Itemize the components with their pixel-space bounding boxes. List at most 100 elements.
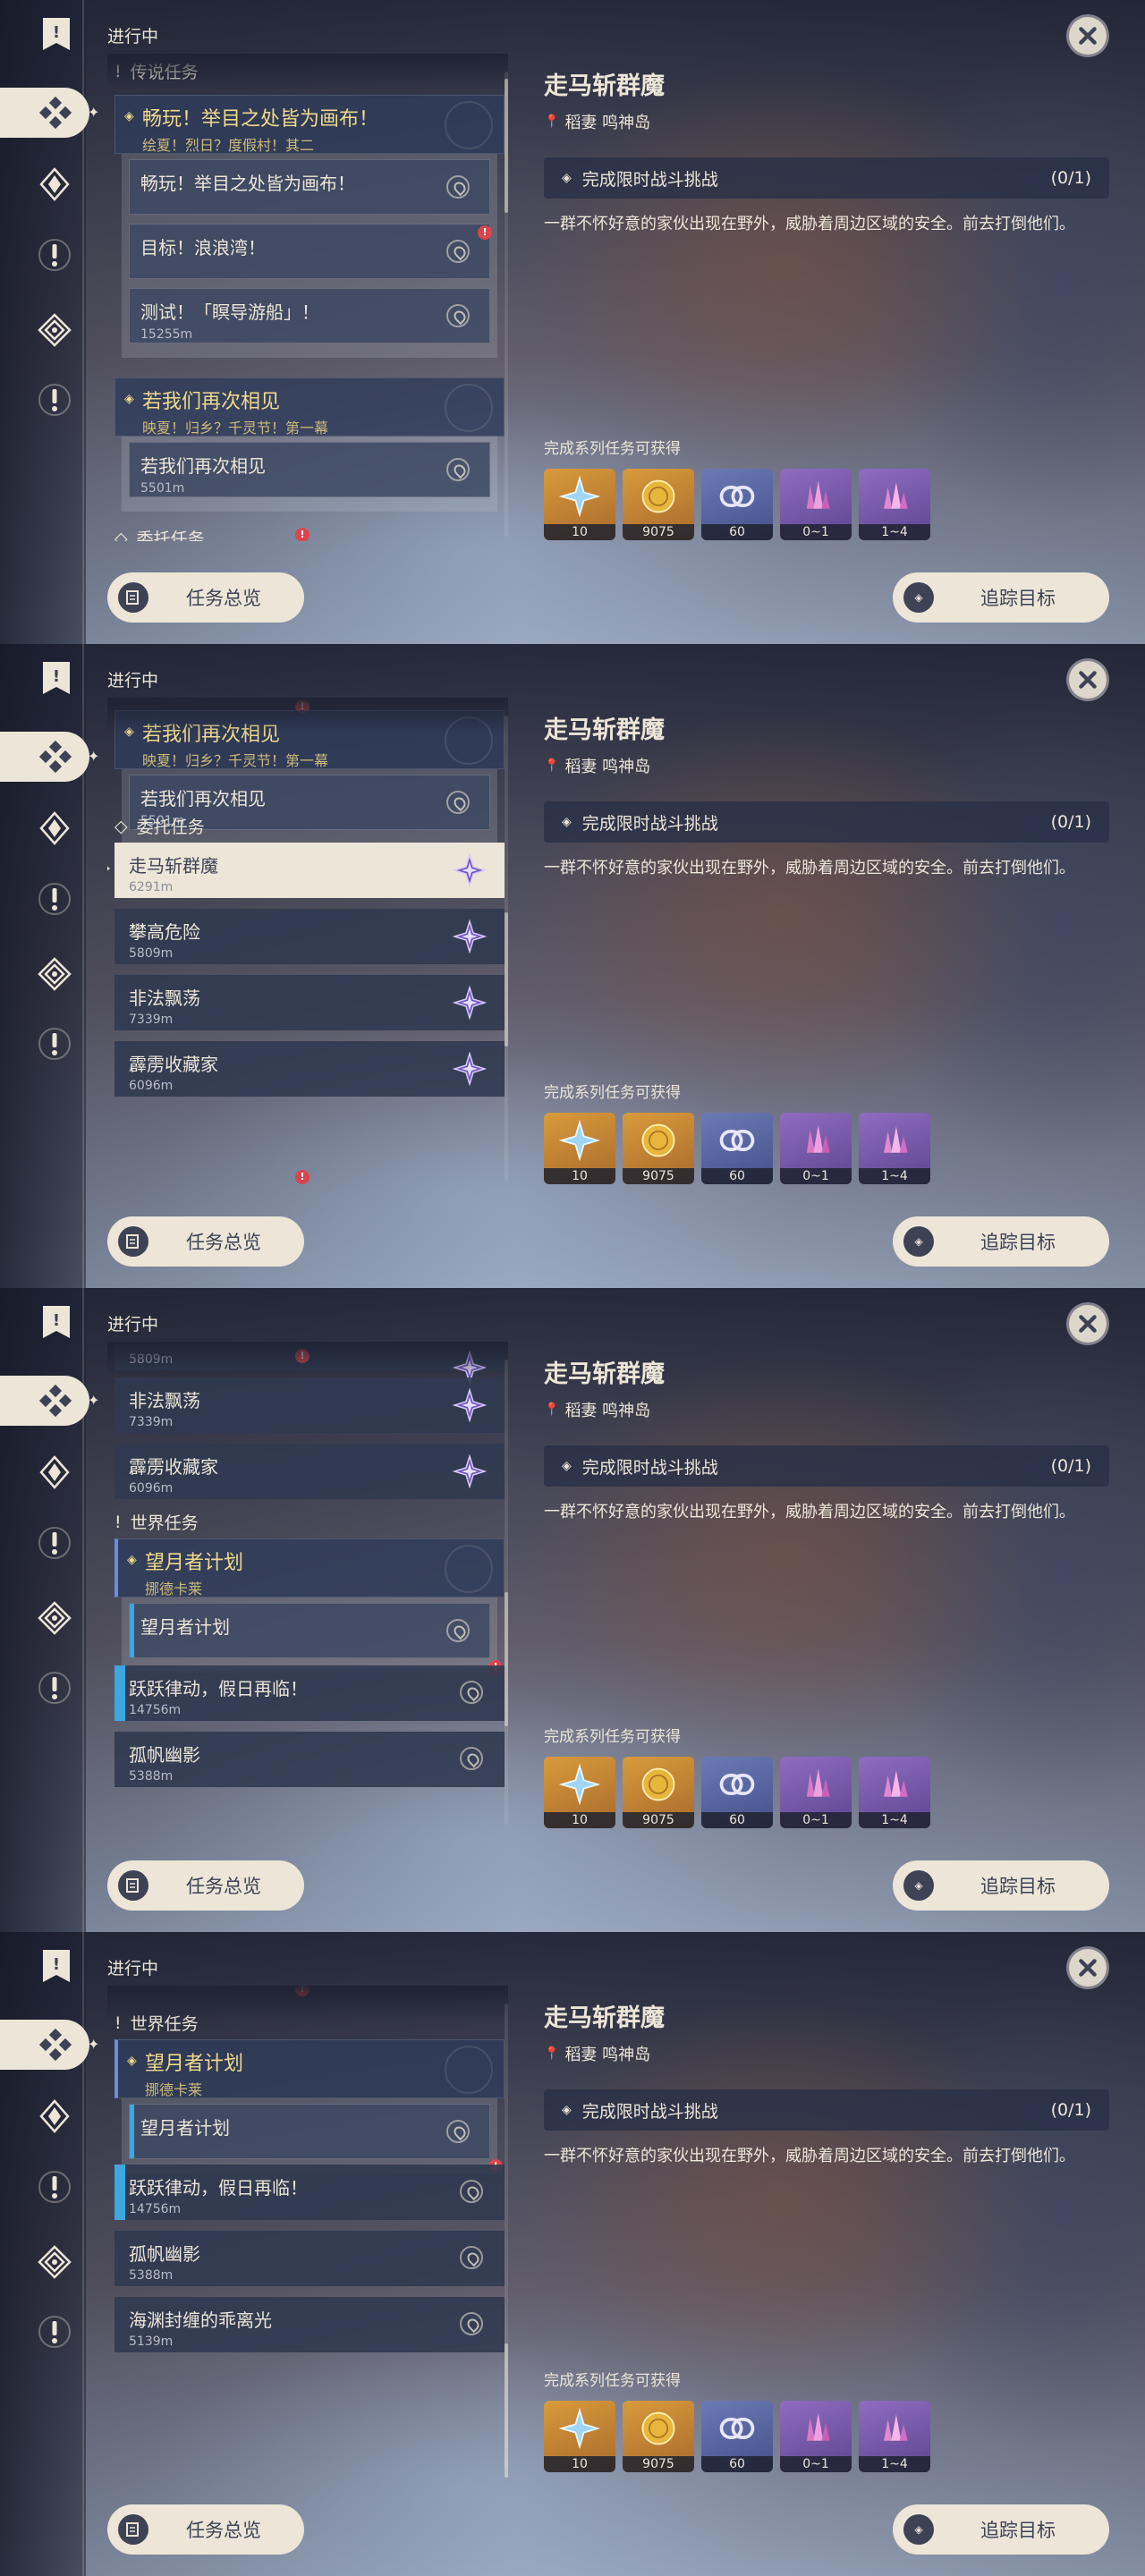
reward-item[interactable]: 60 [701,1113,773,1184]
track-pin-icon[interactable] [446,1619,470,1642]
filter-commission-button[interactable] [34,953,75,995]
reward-item[interactable]: 10 [544,1113,615,1184]
list-scrollbar-thumb[interactable] [505,79,508,213]
track-pin-icon[interactable] [446,791,470,814]
commission-item[interactable]: 5809m [114,1342,505,1385]
quest-book-icon[interactable]: ! [41,1948,72,1984]
world-quest-item[interactable]: 跃跃律动，假日再临！ 14756m [114,2165,505,2220]
commission-item[interactable]: 非法飘荡 7339m [114,975,505,1030]
filter-world-button[interactable] [34,878,75,919]
track-target-button[interactable]: ◈ 追踪目标 [893,2504,1109,2555]
subquest-item[interactable]: 望月者计划 [129,2104,490,2159]
filter-legend-button[interactable] [0,732,89,782]
filter-archon-button[interactable] [34,1452,75,1493]
reward-item[interactable]: 9075 [623,2401,694,2472]
track-pin-icon[interactable] [446,2120,470,2143]
list-scrollbar-thumb[interactable] [505,1592,508,1726]
quest-overview-button[interactable]: 任务总览 [107,572,304,623]
world-quest-item[interactable]: 海渊封缠的乖离光 5139m [114,2297,505,2352]
filter-commission-button[interactable] [34,2241,75,2283]
track-target-button[interactable]: ◈ 追踪目标 [893,1860,1109,1911]
subquest-item[interactable]: 畅玩！举目之处皆为画布！ [129,159,490,215]
world-quest-item[interactable]: 孤帆幽影 5388m [114,1732,505,1787]
reward-item[interactable]: 0~1 [780,2401,852,2472]
commission-item[interactable]: 霹雳收藏家 6096m [114,1041,505,1097]
subquest-item[interactable]: 若我们再次相见 5501m [129,442,490,497]
reward-item[interactable]: 1~4 [859,2401,930,2472]
quest-list[interactable]: ! 传说任务 ◈ 畅玩！举目之处皆为画布！ 绘夏！烈日？度假村！其二 畅玩！举目之… [107,54,508,541]
subquest-item[interactable]: 测试！「瞑导游船」！ 15255m [129,288,490,343]
filter-world-button[interactable] [34,1522,75,1563]
reward-item[interactable]: 1~4 [859,469,930,540]
track-pin-icon[interactable] [460,2312,483,2335]
quest-overview-button[interactable]: 任务总览 [107,2504,304,2555]
track-target-button[interactable]: ◈ 追踪目标 [893,572,1109,623]
filter-world-button[interactable] [34,234,75,275]
reward-item[interactable]: 60 [701,1757,773,1828]
quest-book-icon[interactable]: ! [41,1304,72,1340]
track-pin-icon[interactable] [460,2180,483,2203]
legend-quest-card[interactable]: ◈ 若我们再次相见 映夏！归乡？千灵节！第一幕 [114,710,505,769]
filter-archon-button[interactable] [34,808,75,849]
filter-archon-button[interactable] [34,2096,75,2137]
list-scrollbar-thumb[interactable] [505,2343,508,2478]
close-button[interactable] [1066,1946,1109,1989]
world-quest-item[interactable]: 孤帆幽影 5388m [114,2231,505,2286]
track-pin-icon[interactable] [446,175,470,199]
filter-event-button[interactable] [34,1667,75,1708]
reward-item[interactable]: 0~1 [780,1113,852,1184]
reward-item[interactable]: 60 [701,2401,773,2472]
track-pin-icon[interactable] [446,240,470,263]
subquest-item[interactable]: 望月者计划 [129,1603,490,1658]
commission-item[interactable]: 非法飘荡 7339m [114,1377,505,1433]
filter-event-button[interactable] [34,379,75,420]
close-button[interactable] [1066,14,1109,57]
selected-star-icon: ✦ [88,104,100,121]
filter-legend-button[interactable] [0,88,89,138]
quest-book-icon[interactable]: ! [41,16,72,52]
world-quest-card[interactable]: ◈ 望月者计划 挪德卡莱 [114,1538,505,1597]
filter-commission-button[interactable] [34,309,75,351]
reward-item[interactable]: 9075 [623,1757,694,1828]
world-quest-card[interactable]: ◈ 望月者计划 挪德卡莱 [114,2039,505,2098]
close-button[interactable] [1066,1302,1109,1345]
legend-quest-card[interactable]: ◈ 若我们再次相见 映夏！归乡？千灵节！第一幕 [114,377,505,436]
track-pin-icon[interactable] [460,1747,483,1770]
filter-legend-button[interactable] [0,2020,89,2070]
track-target-button[interactable]: ◈ 追踪目标 [893,1216,1109,1267]
commission-item[interactable]: 攀高危险 5809m [114,909,505,964]
list-scrollbar-thumb[interactable] [505,912,508,1046]
filter-commission-button[interactable] [34,1597,75,1639]
commission-item[interactable]: 霹雳收藏家 6096m [114,1444,505,1499]
quest-overview-button[interactable]: 任务总览 [107,1216,304,1267]
reward-item[interactable]: 1~4 [859,1113,930,1184]
reward-item[interactable]: 0~1 [780,469,852,540]
quest-overview-button[interactable]: 任务总览 [107,1860,304,1911]
track-pin-icon[interactable] [446,304,470,327]
reward-item[interactable]: 9075 [623,469,694,540]
reward-item[interactable]: 10 [544,1757,615,1828]
track-pin-icon[interactable] [460,2246,483,2269]
reward-item[interactable]: 9075 [623,1113,694,1184]
reward-item[interactable]: 0~1 [780,1757,852,1828]
reward-item[interactable]: 10 [544,2401,615,2472]
filter-event-button[interactable] [34,1023,75,1064]
close-button[interactable] [1066,658,1109,701]
world-quest-item[interactable]: 跃跃律动，假日再临！ 14756m [114,1665,505,1721]
subquest-item[interactable]: 目标！浪浪湾！ [129,224,490,279]
reward-item[interactable]: 10 [544,469,615,540]
filter-archon-button[interactable] [34,164,75,205]
reward-item[interactable]: 1~4 [859,1757,930,1828]
quest-list[interactable]: 5809m! 非法飘荡 7339m 霹雳收藏家 6096m ! 世界任务 ◈ 望月… [107,1342,508,1829]
quest-list[interactable]: ! ◈ 若我们再次相见 映夏！归乡？千灵节！第一幕 若我们再次相见 5501m ◇… [107,698,508,1185]
track-pin-icon[interactable] [446,458,470,481]
track-pin-icon[interactable] [460,1681,483,1704]
filter-event-button[interactable] [34,2311,75,2352]
filter-world-button[interactable] [34,2166,75,2207]
filter-legend-button[interactable] [0,1376,89,1426]
commission-item[interactable]: 走马斩群魔 6291m [107,843,505,898]
quest-book-icon[interactable]: ! [41,660,72,696]
reward-item[interactable]: 60 [701,469,773,540]
quest-list[interactable]: !!世界任务 ◈ 望月者计划 挪德卡莱 望月者计划! 跃跃律动，假日再临！ 14… [107,1986,508,2473]
legend-quest-card[interactable]: ◈ 畅玩！举目之处皆为画布！ 绘夏！烈日？度假村！其二 [114,95,505,154]
